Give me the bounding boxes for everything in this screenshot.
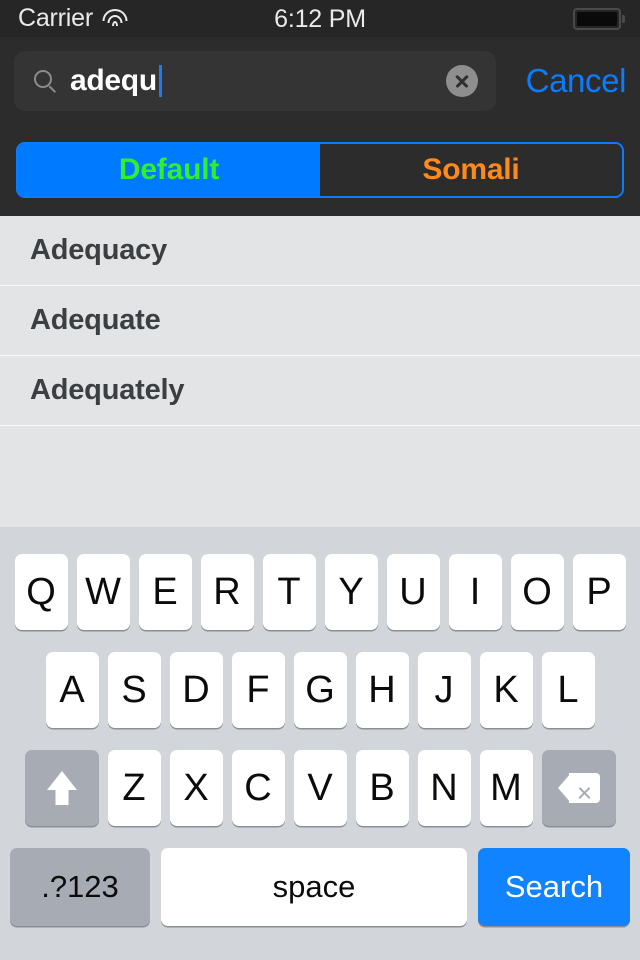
app-screen: Carrier 6:12 PM adequ Cancel Default Som… <box>0 0 640 960</box>
shift-key[interactable] <box>24 750 99 826</box>
numbers-key[interactable]: .?123 <box>10 848 150 926</box>
shift-arrow-up-icon <box>46 771 77 805</box>
search-input-value: adequ <box>70 64 162 98</box>
key-g[interactable]: G <box>293 652 347 728</box>
key-n[interactable]: N <box>417 750 471 826</box>
key-a[interactable]: A <box>45 652 99 728</box>
key-s[interactable]: S <box>107 652 161 728</box>
keyboard-row-3: Z X C V B N M <box>0 728 640 826</box>
space-key[interactable]: space <box>161 848 467 926</box>
battery-icon <box>572 8 625 30</box>
key-k[interactable]: K <box>479 652 533 728</box>
key-y[interactable]: Y <box>324 554 378 630</box>
text-caret <box>158 65 162 97</box>
key-o[interactable]: O <box>510 554 564 630</box>
key-z[interactable]: Z <box>107 750 161 826</box>
segment-default[interactable]: Default <box>18 144 320 196</box>
key-i[interactable]: I <box>448 554 502 630</box>
search-key[interactable]: Search <box>478 848 630 926</box>
key-p[interactable]: P <box>572 554 626 630</box>
clock-label: 6:12 PM <box>274 5 366 33</box>
key-u[interactable]: U <box>386 554 440 630</box>
status-bar: Carrier 6:12 PM <box>0 0 640 37</box>
keyboard-row-1: Q W E R T Y U I O P <box>0 527 640 630</box>
key-r[interactable]: R <box>200 554 254 630</box>
result-word: Adequate <box>30 304 161 336</box>
key-c[interactable]: C <box>231 750 285 826</box>
list-item[interactable]: Adequacy <box>0 216 640 286</box>
key-w[interactable]: W <box>76 554 130 630</box>
key-t[interactable]: T <box>262 554 316 630</box>
dictionary-mode-selector: Default Somali <box>0 126 640 216</box>
list-item[interactable]: Adequately <box>0 356 640 426</box>
search-input[interactable]: adequ <box>14 51 496 111</box>
list-item[interactable]: Adequate <box>0 286 640 356</box>
key-q[interactable]: Q <box>14 554 68 630</box>
segmented-control: Default Somali <box>16 142 624 198</box>
search-bar: adequ Cancel <box>0 37 640 126</box>
result-word: Adequately <box>30 374 185 406</box>
on-screen-keyboard: Q W E R T Y U I O P A S D F G H J K L Z … <box>0 527 640 960</box>
keyboard-row-4: .?123 space Search <box>0 826 640 926</box>
key-e[interactable]: E <box>138 554 192 630</box>
clear-search-button[interactable] <box>446 65 478 97</box>
search-results-list[interactable]: Adequacy Adequate Adequately <box>0 216 640 527</box>
close-icon <box>454 73 470 89</box>
search-icon <box>34 70 57 94</box>
segment-somali[interactable]: Somali <box>320 144 622 196</box>
result-word: Adequacy <box>30 234 167 266</box>
keyboard-row-2: A S D F G H J K L <box>0 630 640 728</box>
key-h[interactable]: H <box>355 652 409 728</box>
list-empty-area <box>0 426 640 526</box>
key-x[interactable]: X <box>169 750 223 826</box>
key-v[interactable]: V <box>293 750 347 826</box>
key-j[interactable]: J <box>417 652 471 728</box>
key-f[interactable]: F <box>231 652 285 728</box>
key-d[interactable]: D <box>169 652 223 728</box>
search-query-text: adequ <box>70 64 157 97</box>
key-b[interactable]: B <box>355 750 409 826</box>
key-m[interactable]: M <box>479 750 533 826</box>
cancel-button[interactable]: Cancel <box>526 51 627 111</box>
key-l[interactable]: L <box>541 652 595 728</box>
backspace-key[interactable] <box>541 750 616 826</box>
backspace-delete-icon <box>557 773 600 803</box>
